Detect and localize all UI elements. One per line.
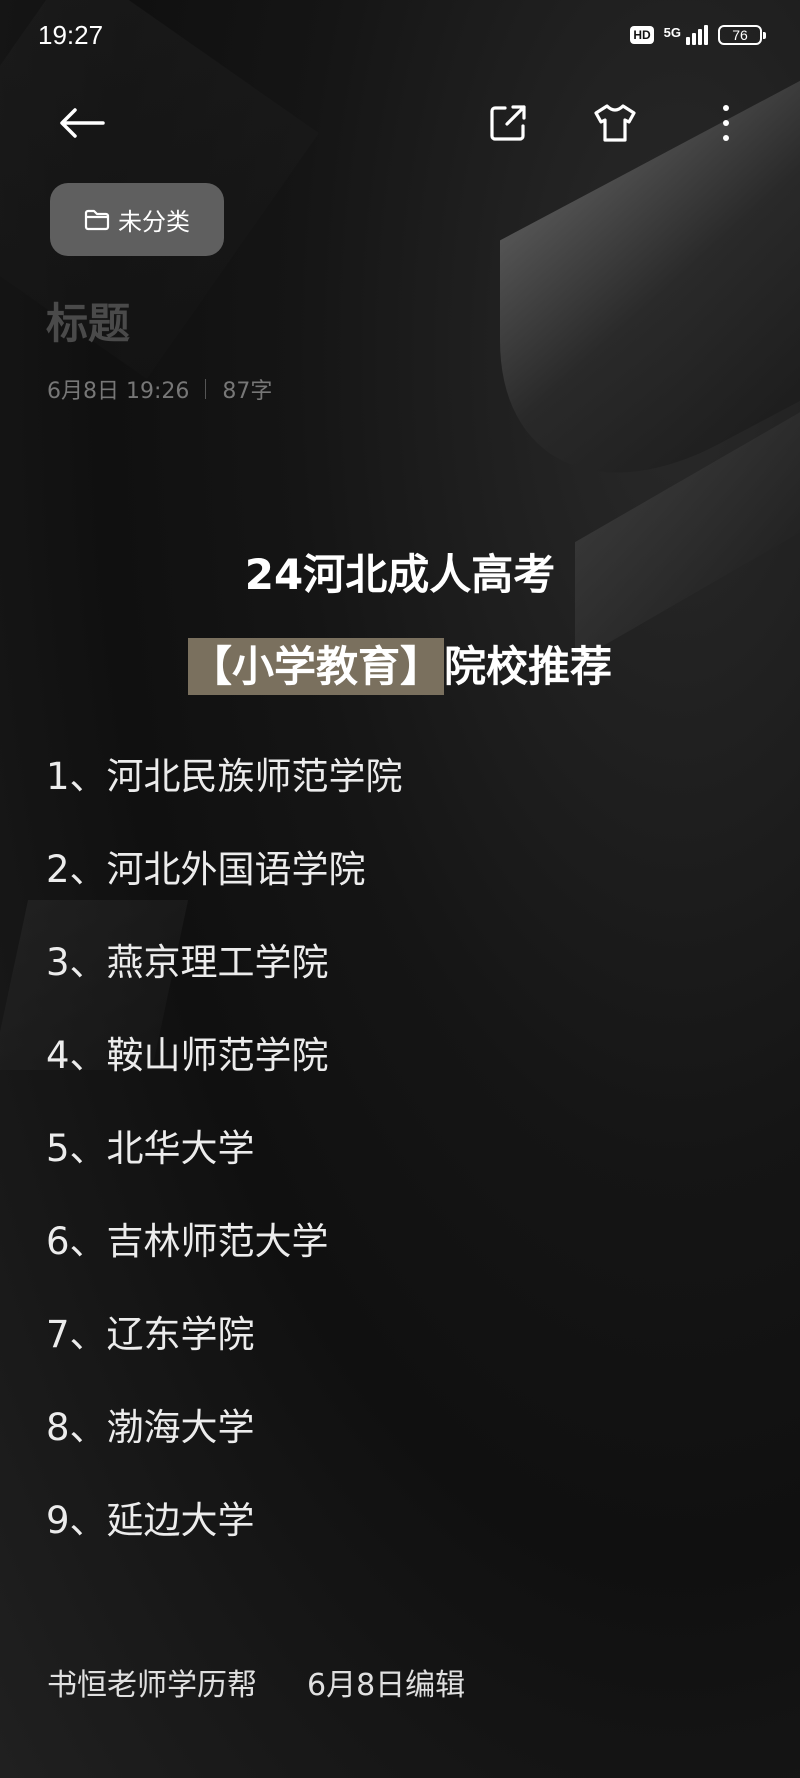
list-item: 6、吉林师范大学 xyxy=(46,1220,329,1263)
note-toolbar xyxy=(0,90,800,160)
theme-button[interactable] xyxy=(585,90,645,156)
list-item: 2、河北外国语学院 xyxy=(46,848,366,891)
heading-line-1: 24河北成人高考 xyxy=(244,550,556,599)
list-item: 5、北华大学 xyxy=(46,1127,255,1170)
network-type: 5G xyxy=(663,25,681,40)
note-meta: 6月8日 19:26 87字 xyxy=(47,373,272,405)
list-item: 1、河北民族师范学院 xyxy=(46,755,403,798)
highlighted-text: 【小学教育】 xyxy=(187,638,444,695)
category-chip[interactable]: 未分类 xyxy=(50,183,224,256)
list-item: 3、燕京理工学院 xyxy=(46,941,329,984)
list-item: 4、鞍山师范学院 xyxy=(46,1034,329,1077)
status-icons: HD 5G 76 xyxy=(630,25,766,45)
word-count: 87字 xyxy=(222,379,273,404)
list-item: 9、延边大学 xyxy=(46,1499,255,1542)
status-time: 19:27 xyxy=(38,19,104,50)
heading-line-2-rest: 院校推荐 xyxy=(444,642,613,691)
heading-line-2: 【小学教育】院校推荐 xyxy=(0,634,800,700)
school-list: 1、河北民族师范学院 2、河北外国语学院 3、燕京理工学院 4、鞍山师范学院 5… xyxy=(46,730,403,1567)
external-share-icon xyxy=(490,105,526,141)
status-bar: 19:27 HD 5G 76 xyxy=(0,0,800,70)
list-item: 7、辽东学院 xyxy=(46,1313,255,1356)
list-item: 8、渤海大学 xyxy=(46,1406,255,1449)
meta-divider xyxy=(205,379,207,399)
category-label: 未分类 xyxy=(118,208,190,236)
signal-icon: 5G xyxy=(664,25,708,45)
footer-edit-date: 6月8日编辑 xyxy=(307,1668,466,1703)
battery-icon: 76 xyxy=(718,25,766,45)
back-button[interactable] xyxy=(52,90,112,156)
share-button[interactable] xyxy=(478,90,538,156)
footer-author: 书恒老师学历帮 xyxy=(47,1668,257,1703)
tshirt-icon xyxy=(594,104,636,142)
more-button[interactable] xyxy=(696,90,756,156)
arrow-left-icon xyxy=(60,108,105,138)
note-date: 6月8日 19:26 xyxy=(47,379,190,404)
hd-badge: HD xyxy=(630,26,654,44)
note-footer: 书恒老师学历帮 6月8日编辑 xyxy=(47,1660,465,1704)
folder-icon xyxy=(84,209,110,230)
vertical-dots-icon xyxy=(723,105,729,141)
note-title-field[interactable]: 标题 xyxy=(46,290,130,351)
battery-level: 76 xyxy=(732,27,748,43)
note-body[interactable]: 24河北成人高考 【小学教育】院校推荐 1、河北民族师范学院 2、河北外国语学院… xyxy=(0,540,800,1542)
